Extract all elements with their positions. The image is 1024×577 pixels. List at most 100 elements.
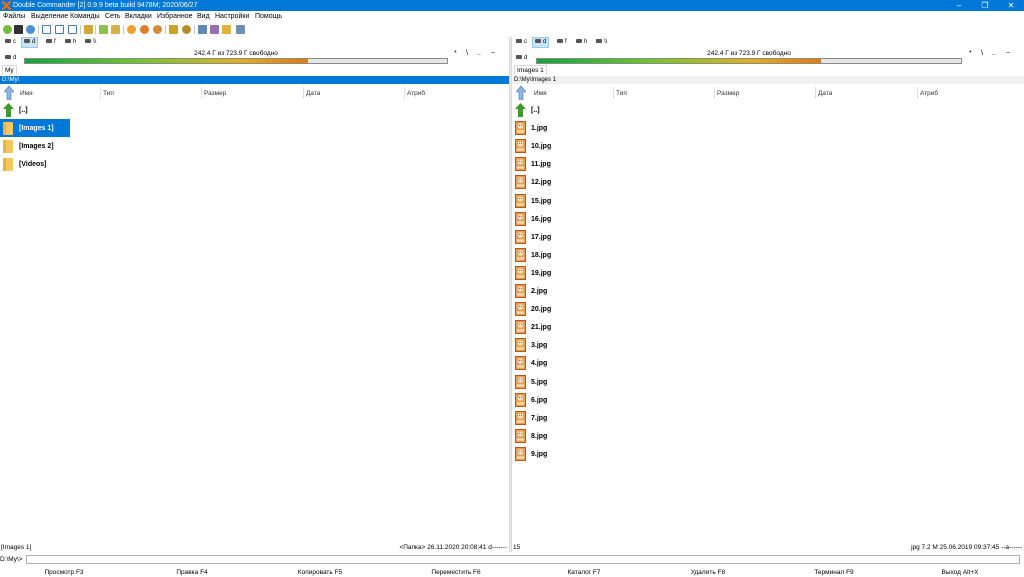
left-drive-f[interactable]: f (44, 38, 58, 47)
list-item[interactable]: 15.jpg (512, 192, 1024, 210)
right-root-button[interactable]: \ (981, 50, 983, 57)
list-item[interactable]: [..] (512, 101, 1024, 119)
close-button[interactable]: ✕ (998, 0, 1024, 11)
list-item[interactable]: 6.jpg (512, 391, 1024, 409)
maximize-button[interactable]: ❐ (972, 0, 998, 11)
list-item[interactable]: 3.jpg (512, 336, 1024, 354)
column-type[interactable]: Тип (103, 90, 114, 97)
left-parent-button[interactable]: .. (477, 50, 481, 57)
column-name[interactable]: Имя (20, 90, 33, 97)
fkey-terminal-button[interactable]: Терминал F9 (770, 568, 898, 577)
column-size[interactable]: Размер (204, 90, 226, 97)
right-drive-h[interactable]: h (574, 38, 589, 47)
command-line-input[interactable] (26, 555, 1020, 564)
menu-help[interactable]: Помощь (255, 13, 282, 21)
test-archive-icon[interactable] (153, 25, 162, 34)
menu-files[interactable]: Файлы (3, 13, 25, 21)
right-path-bar[interactable]: D:\My\Images 1 (512, 76, 1024, 84)
unpack-icon[interactable] (140, 25, 149, 34)
pack-icon[interactable] (127, 25, 136, 34)
brief-view-icon[interactable] (42, 25, 51, 34)
fkey-delete-button[interactable]: Удалить F8 (644, 568, 772, 577)
list-item[interactable]: 11.jpg (512, 155, 1024, 173)
full-view-icon[interactable] (55, 25, 64, 34)
column-separator (303, 87, 304, 99)
right-drive-selector[interactable]: d (514, 54, 529, 63)
column-attr[interactable]: Атриб (920, 90, 938, 97)
list-item[interactable]: 2.jpg (512, 282, 1024, 300)
column-size[interactable]: Размер (717, 90, 739, 97)
right-tab[interactable]: Images 1 (514, 65, 547, 75)
right-drive-c[interactable]: c (514, 38, 529, 47)
thumbnails-view-icon[interactable] (68, 25, 77, 34)
menu-favorites[interactable]: Избранное (157, 13, 192, 21)
fkey-view-button[interactable]: Просмотр F3 (0, 568, 128, 577)
list-item[interactable]: 1.jpg (512, 119, 1024, 137)
multi-rename-icon[interactable] (198, 25, 207, 34)
terminal-icon[interactable] (14, 25, 23, 34)
right-drive-d[interactable]: d (532, 37, 550, 48)
list-item[interactable]: 12.jpg (512, 173, 1024, 191)
list-item[interactable]: 5.jpg (512, 373, 1024, 391)
list-item[interactable]: 4.jpg (512, 354, 1024, 372)
swap-panels-icon[interactable] (84, 25, 93, 34)
copy-left-icon[interactable] (99, 25, 108, 34)
fkey-mkdir-button[interactable]: Каталог F7 (520, 568, 648, 577)
left-drive-selector[interactable]: d (3, 54, 18, 63)
list-item[interactable]: 9.jpg (512, 445, 1024, 463)
right-parent-button[interactable]: .. (992, 50, 996, 57)
list-item[interactable]: [Videos] (0, 155, 509, 173)
list-item[interactable]: 18.jpg (512, 246, 1024, 264)
column-type[interactable]: Тип (616, 90, 627, 97)
menu-settings[interactable]: Настройки (215, 13, 249, 21)
list-item[interactable]: [Images 1] (0, 119, 70, 138)
right-drive-f[interactable]: f (555, 38, 569, 47)
left-drive-network[interactable]: \\ (83, 38, 98, 47)
menu-network[interactable]: Сеть (105, 13, 121, 21)
list-item[interactable]: 7.jpg (512, 409, 1024, 427)
fkey-copy-button[interactable]: Копировать F5 (256, 568, 384, 577)
left-home-button[interactable]: ~ (491, 50, 495, 57)
list-item[interactable]: 10.jpg (512, 137, 1024, 155)
right-drive-network[interactable]: \\ (594, 38, 609, 47)
list-item[interactable]: [Images 2] (0, 137, 509, 155)
left-drive-h[interactable]: h (63, 38, 78, 47)
menu-tabs[interactable]: Вкладки (125, 13, 152, 21)
left-drive-c[interactable]: c (3, 38, 18, 47)
compare-icon[interactable] (182, 25, 191, 34)
list-item[interactable]: [..] (0, 101, 509, 119)
left-file-list[interactable]: [..] [Images 1] [Images 2] [Videos] (0, 101, 509, 541)
copy-right-icon[interactable] (111, 25, 120, 34)
refresh-icon[interactable] (3, 25, 12, 34)
left-tab[interactable]: My (2, 65, 17, 75)
options-icon[interactable] (236, 25, 245, 34)
column-name[interactable]: Имя (534, 90, 547, 97)
menu-view[interactable]: Вид (197, 13, 210, 21)
list-item[interactable]: 19.jpg (512, 264, 1024, 282)
list-item[interactable]: 17.jpg (512, 228, 1024, 246)
favorites-icon[interactable] (222, 25, 231, 34)
list-item[interactable]: 21.jpg (512, 318, 1024, 336)
sync-icon[interactable] (169, 25, 178, 34)
menu-selection[interactable]: Выделение (31, 13, 68, 21)
right-home-button[interactable]: ~ (1006, 50, 1010, 57)
left-path-bar[interactable]: D:\My\ (0, 76, 509, 84)
left-root-button[interactable]: \ (466, 50, 468, 57)
column-date[interactable]: Дата (818, 90, 832, 97)
minimize-button[interactable]: – (946, 0, 972, 11)
left-drive-d[interactable]: d (21, 37, 39, 48)
right-hotlist-button[interactable]: * (969, 50, 972, 57)
left-hotlist-button[interactable]: * (454, 50, 457, 57)
column-attr[interactable]: Атриб (407, 90, 425, 97)
menu-commands[interactable]: Команды (70, 13, 100, 21)
column-date[interactable]: Дата (306, 90, 320, 97)
search-icon[interactable] (26, 25, 35, 34)
right-file-list[interactable]: [..] 1.jpg 10.jpg 11.jpg 12.jpg 15.jpg 16.jpg 1… (512, 101, 1024, 541)
list-item[interactable]: 16.jpg (512, 210, 1024, 228)
fkey-move-button[interactable]: Переместить F6 (392, 568, 520, 577)
list-item[interactable]: 20.jpg (512, 300, 1024, 318)
fkey-exit-button[interactable]: Выход Alt+X (896, 568, 1024, 577)
list-item[interactable]: 8.jpg (512, 427, 1024, 445)
edit-icon[interactable] (210, 25, 219, 34)
fkey-edit-button[interactable]: Правка F4 (128, 568, 256, 577)
